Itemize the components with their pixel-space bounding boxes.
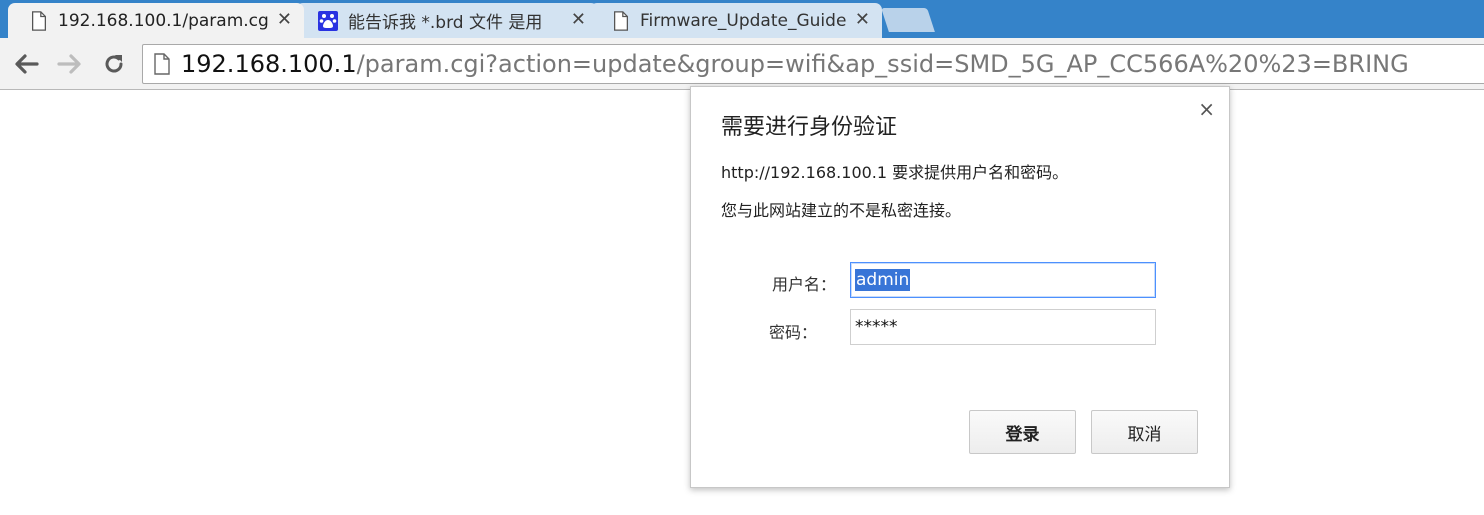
- tab-title: 192.168.100.1/param.cg: [58, 10, 269, 31]
- reload-button[interactable]: [100, 50, 128, 78]
- address-bar[interactable]: 192.168.100.1/param.cgi?action=update&gr…: [142, 44, 1484, 84]
- page-icon: [32, 10, 46, 31]
- cancel-button[interactable]: 取消: [1091, 410, 1198, 454]
- url-path: /param.cgi?action=update&group=wifi&ap_s…: [356, 50, 1409, 78]
- back-button[interactable]: [12, 50, 40, 78]
- close-tab-icon[interactable]: ✕: [571, 10, 586, 30]
- page-icon: [154, 53, 170, 75]
- url-host: 192.168.100.1: [181, 50, 357, 78]
- toolbar: 192.168.100.1/param.cgi?action=update&gr…: [0, 38, 1484, 90]
- back-arrow-icon: [15, 54, 39, 74]
- password-field[interactable]: *****: [850, 309, 1156, 345]
- tab-strip: 192.168.100.1/param.cg ✕ 能告诉我 *.brd 文件 是…: [0, 0, 1484, 38]
- url-text: 192.168.100.1/param.cgi?action=update&gr…: [181, 50, 1409, 78]
- username-value: admin: [855, 269, 911, 291]
- tab-title: Firmware_Update_Guide: [640, 10, 847, 31]
- close-icon[interactable]: ×: [1198, 97, 1215, 121]
- password-label: 密码：: [768, 323, 817, 342]
- baidu-paw-icon: [318, 10, 338, 31]
- tab-firmware-guide[interactable]: Firmware_Update_Guide ✕: [590, 3, 882, 38]
- username-field[interactable]: admin: [850, 262, 1156, 298]
- login-button[interactable]: 登录: [969, 410, 1076, 454]
- auth-dialog: × 需要进行身份验证 http://192.168.100.1 要求提供用户名和…: [690, 86, 1230, 488]
- tab-title: 能告诉我 *.brd 文件 是用: [348, 13, 543, 33]
- dialog-message: http://192.168.100.1 要求提供用户名和密码。: [721, 163, 1069, 182]
- new-tab-button[interactable]: [881, 8, 935, 32]
- dialog-warning: 您与此网站建立的不是私密连接。: [721, 201, 962, 220]
- password-value: *****: [855, 317, 898, 337]
- forward-arrow-icon: [57, 54, 81, 74]
- reload-icon: [105, 55, 123, 73]
- close-tab-icon[interactable]: ✕: [277, 10, 292, 30]
- page-icon: [614, 10, 628, 31]
- forward-button[interactable]: [56, 50, 84, 78]
- close-tab-icon[interactable]: ✕: [855, 10, 870, 30]
- dialog-title: 需要进行身份验证: [721, 115, 898, 140]
- tab-param-cgi[interactable]: 192.168.100.1/param.cg ✕: [8, 3, 304, 38]
- username-label: 用户名：: [771, 275, 836, 294]
- tab-baidu[interactable]: 能告诉我 *.brd 文件 是用 ✕: [296, 3, 598, 38]
